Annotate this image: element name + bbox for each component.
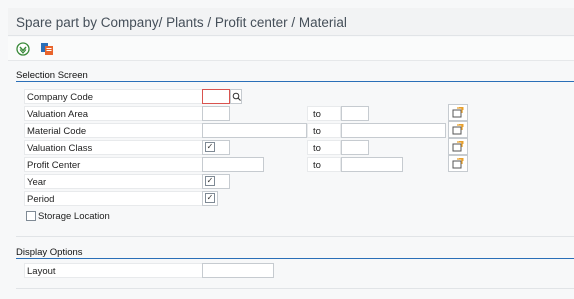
display-options-heading: Display Options xyxy=(16,247,83,258)
material-code-multiple-selection-button[interactable] xyxy=(448,121,468,138)
valuation-area-to-input[interactable] xyxy=(341,106,369,121)
valuation-class-to-input[interactable] xyxy=(341,140,369,155)
layout-row: Layout xyxy=(24,263,574,278)
selection-screen-section: Selection Screen Company Code Valuation … xyxy=(8,67,574,238)
multiple-selection-icon xyxy=(452,107,464,118)
period-row: Period ✓ xyxy=(24,191,574,206)
multiple-selection-icon xyxy=(452,158,464,169)
execute-icon xyxy=(16,42,30,56)
material-code-to-label: to xyxy=(307,123,341,138)
title-bar: Spare part by Company/ Plants / Profit c… xyxy=(8,8,574,36)
checkmark-icon: ✓ xyxy=(206,193,214,202)
selection-screen-heading: Selection Screen xyxy=(16,70,88,81)
year-label: Year xyxy=(24,174,202,189)
valuation-class-multiple-selection-button[interactable] xyxy=(448,138,468,155)
checkmark-icon: ✓ xyxy=(206,142,214,151)
application-toolbar xyxy=(8,37,574,61)
profit-center-to-label: to xyxy=(307,157,341,172)
material-code-from-input[interactable] xyxy=(202,123,307,138)
valuation-class-row: Valuation Class ✓ to xyxy=(24,138,574,155)
get-variant-button[interactable] xyxy=(38,40,56,58)
valuation-class-label: Valuation Class xyxy=(24,140,202,155)
layout-label: Layout xyxy=(24,263,202,278)
valuation-area-label: Valuation Area xyxy=(24,106,202,121)
multiple-selection-icon xyxy=(452,124,464,135)
valuation-area-from-input[interactable] xyxy=(202,106,230,121)
valuation-area-multiple-selection-button[interactable] xyxy=(448,104,468,121)
layout-input[interactable] xyxy=(202,263,274,278)
required-entry-indicator: ✓ xyxy=(205,176,215,186)
page-title: Spare part by Company/ Plants / Profit c… xyxy=(16,15,347,30)
company-code-row: Company Code xyxy=(24,89,574,104)
required-entry-indicator: ✓ xyxy=(205,193,215,203)
profit-center-to-input[interactable] xyxy=(341,157,403,172)
display-options-section: Display Options Layout xyxy=(8,244,574,290)
company-code-label: Company Code xyxy=(24,89,202,104)
material-code-row: Material Code to xyxy=(24,121,574,138)
profit-center-multiple-selection-button[interactable] xyxy=(448,155,468,172)
multiple-selection-icon xyxy=(452,141,464,152)
profit-center-label: Profit Center xyxy=(24,157,202,172)
storage-location-row: Storage Location xyxy=(24,209,574,224)
get-variant-icon xyxy=(41,43,53,55)
storage-location-label: Storage Location xyxy=(38,211,110,222)
company-code-search-help[interactable] xyxy=(230,89,242,104)
valuation-class-to-label: to xyxy=(307,140,341,155)
profit-center-row: Profit Center to xyxy=(24,155,574,172)
execute-button[interactable] xyxy=(14,40,32,58)
valuation-area-row: Valuation Area to xyxy=(24,104,574,121)
checkmark-icon: ✓ xyxy=(206,176,214,185)
profit-center-from-input[interactable] xyxy=(202,157,264,172)
search-icon xyxy=(232,92,241,101)
valuation-area-to-label: to xyxy=(307,106,341,121)
company-code-input[interactable] xyxy=(202,89,230,104)
storage-location-checkbox[interactable] xyxy=(26,211,36,221)
required-entry-indicator: ✓ xyxy=(205,142,215,152)
period-label: Period xyxy=(24,191,202,206)
year-row: Year ✓ xyxy=(24,174,574,189)
material-code-to-input[interactable] xyxy=(341,123,446,138)
material-code-label: Material Code xyxy=(24,123,202,138)
